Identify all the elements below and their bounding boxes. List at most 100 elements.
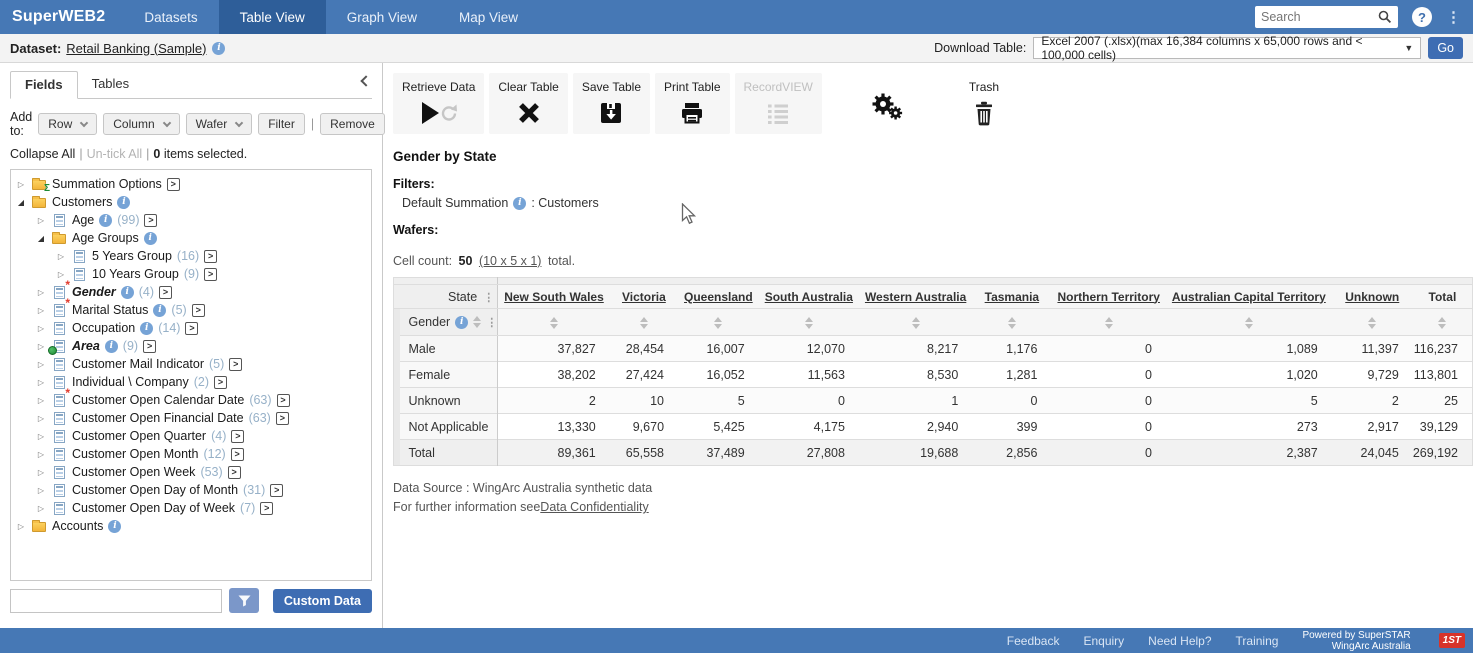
info-icon[interactable]: i bbox=[99, 214, 112, 227]
expand-icon[interactable]: ▷ bbox=[36, 504, 46, 513]
column-sort-cell[interactable] bbox=[498, 309, 610, 336]
collapse-all-link[interactable]: Collapse All bbox=[10, 147, 75, 161]
field-arrow-icon[interactable]: > bbox=[143, 340, 156, 353]
data-confidentiality-link[interactable]: Data Confidentiality bbox=[540, 500, 648, 514]
field-arrow-icon[interactable]: > bbox=[159, 286, 172, 299]
column-dimension-cell[interactable]: State⋮ bbox=[394, 285, 498, 309]
info-icon[interactable]: i bbox=[108, 520, 121, 533]
column-header[interactable]: New South Wales bbox=[498, 285, 610, 309]
sort-icon[interactable] bbox=[1105, 317, 1113, 329]
tree-item-age[interactable]: ▷Agei(99)> bbox=[14, 211, 368, 229]
add-to-column-button[interactable]: Column bbox=[103, 113, 179, 135]
kebab-menu-icon[interactable]: ⋮ bbox=[483, 292, 494, 304]
column-header[interactable]: Australian Capital Territory bbox=[1166, 285, 1332, 309]
column-sort-cell[interactable] bbox=[1413, 309, 1473, 336]
expand-icon[interactable]: ▷ bbox=[36, 414, 46, 423]
field-arrow-icon[interactable]: > bbox=[231, 448, 244, 461]
nav-tab-datasets[interactable]: Datasets bbox=[123, 0, 218, 34]
collapse-icon[interactable]: ◢ bbox=[16, 198, 26, 207]
tree-item-summation-options[interactable]: ▷ΣSummation Options> bbox=[14, 175, 368, 193]
tree-item-customer-open-week[interactable]: ▷Customer Open Week(53)> bbox=[14, 463, 368, 481]
filter-button[interactable]: Filter bbox=[258, 113, 305, 135]
field-arrow-icon[interactable]: > bbox=[192, 304, 205, 317]
sort-icon[interactable] bbox=[1245, 317, 1253, 329]
column-sort-cell[interactable] bbox=[1166, 309, 1332, 336]
add-to-row-button[interactable]: Row bbox=[38, 113, 97, 135]
custom-data-button[interactable]: Custom Data bbox=[273, 589, 372, 613]
field-arrow-icon[interactable]: > bbox=[144, 214, 157, 227]
column-header[interactable]: Unknown bbox=[1332, 285, 1413, 309]
sort-icon[interactable] bbox=[714, 317, 722, 329]
untick-all-link[interactable]: Un-tick All bbox=[87, 147, 143, 161]
field-filter-input[interactable] bbox=[10, 589, 222, 613]
expand-icon[interactable]: ▷ bbox=[36, 216, 46, 225]
sort-icon[interactable] bbox=[1368, 317, 1376, 329]
tree-item-customers[interactable]: ◢Customersi bbox=[14, 193, 368, 211]
footer-link-enquiry[interactable]: Enquiry bbox=[1083, 634, 1124, 648]
expand-icon[interactable]: ▷ bbox=[36, 306, 46, 315]
help-icon[interactable]: ? bbox=[1412, 7, 1432, 27]
column-sort-cell[interactable] bbox=[1051, 309, 1165, 336]
tab-tables[interactable]: Tables bbox=[78, 71, 144, 98]
tree-item-marital-status[interactable]: ▷*Marital Statusi(5)> bbox=[14, 301, 368, 319]
field-arrow-icon[interactable]: > bbox=[229, 358, 242, 371]
column-sort-cell[interactable] bbox=[1332, 309, 1413, 336]
field-arrow-icon[interactable]: > bbox=[204, 250, 217, 263]
tree-item-customer-mail-indicator[interactable]: ▷Customer Mail Indicator(5)> bbox=[14, 355, 368, 373]
nav-tab-map-view[interactable]: Map View bbox=[438, 0, 539, 34]
field-arrow-icon[interactable]: > bbox=[185, 322, 198, 335]
filter-funnel-button[interactable] bbox=[229, 588, 259, 613]
sort-icon[interactable] bbox=[550, 317, 558, 329]
sort-icon[interactable] bbox=[640, 317, 648, 329]
download-format-select[interactable]: Excel 2007 (.xlsx)(max 16,384 columns x … bbox=[1033, 37, 1421, 59]
field-arrow-icon[interactable]: > bbox=[228, 466, 241, 479]
expand-icon[interactable]: ▷ bbox=[36, 486, 46, 495]
footer-link-feedback[interactable]: Feedback bbox=[1007, 634, 1060, 648]
recordview-button[interactable]: RecordVIEW bbox=[735, 73, 822, 134]
tree-item-customer-open-day-of-week[interactable]: ▷Customer Open Day of Week(7)> bbox=[14, 499, 368, 517]
expand-icon[interactable]: ▷ bbox=[36, 378, 46, 387]
info-icon[interactable]: i bbox=[153, 304, 166, 317]
column-header[interactable]: Queensland bbox=[678, 285, 759, 309]
info-icon[interactable]: i bbox=[121, 286, 134, 299]
column-header[interactable]: Northern Territory bbox=[1051, 285, 1165, 309]
tree-item-5-years-group[interactable]: ▷5 Years Group(16)> bbox=[14, 247, 368, 265]
expand-icon[interactable]: ▷ bbox=[36, 360, 46, 369]
column-sort-cell[interactable] bbox=[759, 309, 859, 336]
tree-item-customer-open-quarter[interactable]: ▷Customer Open Quarter(4)> bbox=[14, 427, 368, 445]
dataset-name-link[interactable]: Retail Banking (Sample) bbox=[66, 41, 206, 56]
tree-item-customer-open-day-of-month[interactable]: ▷Customer Open Day of Month(31)> bbox=[14, 481, 368, 499]
field-arrow-icon[interactable]: > bbox=[204, 268, 217, 281]
sort-icon[interactable] bbox=[912, 317, 920, 329]
info-icon[interactable]: i bbox=[140, 322, 153, 335]
sort-icon[interactable] bbox=[1438, 317, 1446, 329]
field-arrow-icon[interactable]: > bbox=[214, 376, 227, 389]
save-table-button[interactable]: Save Table bbox=[573, 73, 650, 134]
expand-icon[interactable]: ▷ bbox=[36, 450, 46, 459]
column-sort-cell[interactable] bbox=[972, 309, 1051, 336]
tree-item-occupation[interactable]: ▷Occupationi(14)> bbox=[14, 319, 368, 337]
tree-item-age-groups[interactable]: ◢Age Groupsi bbox=[14, 229, 368, 247]
nav-tab-graph-view[interactable]: Graph View bbox=[326, 0, 438, 34]
retrieve-data-button[interactable]: Retrieve Data bbox=[393, 73, 484, 134]
field-arrow-icon[interactable]: > bbox=[231, 430, 244, 443]
expand-icon[interactable]: ▷ bbox=[36, 342, 46, 351]
trash-button[interactable]: Trash bbox=[960, 73, 1008, 134]
tree-item-customer-open-calendar-date[interactable]: ▷*Customer Open Calendar Date(63)> bbox=[14, 391, 368, 409]
go-button[interactable]: Go bbox=[1428, 37, 1463, 59]
expand-icon[interactable]: ▷ bbox=[16, 522, 26, 531]
column-header[interactable]: Victoria bbox=[610, 285, 678, 309]
column-sort-cell[interactable] bbox=[610, 309, 678, 336]
kebab-menu-icon[interactable]: ⋮ bbox=[486, 316, 497, 329]
row-dimension-cell[interactable]: Genderi⋮ bbox=[400, 309, 497, 336]
column-sort-cell[interactable] bbox=[678, 309, 759, 336]
field-arrow-icon[interactable]: > bbox=[277, 394, 290, 407]
info-icon[interactable]: i bbox=[105, 340, 118, 353]
expand-icon[interactable]: ▷ bbox=[36, 432, 46, 441]
expand-icon[interactable]: ▷ bbox=[36, 396, 46, 405]
cell-count-link[interactable]: (10 x 5 x 1) bbox=[479, 254, 542, 268]
collapse-icon[interactable]: ◢ bbox=[36, 234, 46, 243]
field-arrow-icon[interactable]: > bbox=[167, 178, 180, 191]
remove-button[interactable]: Remove bbox=[320, 113, 385, 135]
tree-item-customer-open-month[interactable]: ▷Customer Open Month(12)> bbox=[14, 445, 368, 463]
